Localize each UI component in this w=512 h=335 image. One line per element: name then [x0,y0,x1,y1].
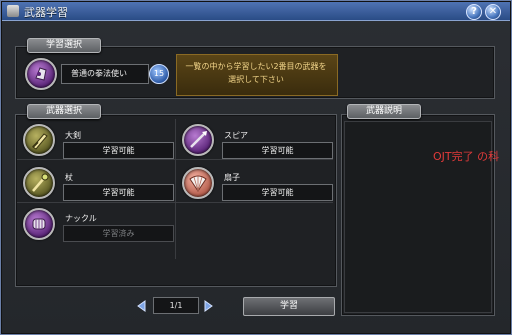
learn-button[interactable]: 学習 [243,297,335,316]
weapon-status: 学習可能 [222,142,333,159]
prev-page-button[interactable] [135,298,149,312]
window-icon [7,5,19,17]
weapon-item-spear[interactable]: スピア 学習可能 [177,120,333,159]
weapon-description-label: 武器説明 [347,104,421,119]
weapon-status: 学習済み [63,225,174,242]
weapon-status: 学習可能 [63,142,174,159]
close-icon: ✕ [488,6,498,17]
close-button[interactable]: ✕ [485,4,501,20]
learn-button-label: 学習 [279,301,298,311]
weapon-item-staff[interactable]: 杖 学習可能 [18,163,174,201]
page-indicator: 1/1 [153,297,199,314]
staff-icon [23,167,55,199]
grid-divider [17,159,333,160]
class-name: 普通の拳法使い [71,69,127,78]
weapon-name: 杖 [65,173,73,182]
instruction-text: 一覧の中から学習したい2番目の武器を選択して下さい [185,62,327,84]
grid-divider [175,119,176,259]
weapon-select-label: 武器選択 [27,104,101,119]
title-bar[interactable]: 武器学習 ? ✕ [2,2,510,21]
help-icon: ? [471,6,477,17]
overlay-text: OJT完了 の科 [433,150,500,163]
weapon-item-knuckle[interactable]: ナックル 学習済み [18,205,174,245]
weapon-study-window: 武器学習 ? ✕ 学習選択 普通の拳法使い 15 一覧の中から学習したい2番目の… [0,0,512,335]
weapon-status: 学習可能 [222,184,333,201]
weapon-name: 扇子 [224,173,240,182]
next-page-button[interactable] [201,298,215,312]
fan-icon [182,167,214,199]
study-select-label: 学習選択 [27,38,101,53]
weapon-item-great-sword[interactable]: 大剣 学習可能 [18,120,174,159]
spear-icon [182,124,214,156]
help-button[interactable]: ? [466,4,482,20]
level-badge: 15 [149,64,169,84]
weapon-name: スピア [224,131,248,140]
window-title: 武器学習 [24,6,68,19]
knuckle-icon [23,208,55,240]
level-value: 15 [153,69,165,78]
grid-divider [17,202,333,203]
page-number: 1/1 [169,301,183,310]
weapon-item-fan[interactable]: 扇子 学習可能 [177,163,333,201]
weapon-name: 大剣 [65,131,81,140]
weapon-status: 学習可能 [63,184,174,201]
arrow-right-icon [204,300,213,312]
great-sword-icon [23,124,55,156]
weapon-name: ナックル [65,214,97,223]
arrow-left-icon [137,300,146,312]
class-icon [25,58,57,90]
